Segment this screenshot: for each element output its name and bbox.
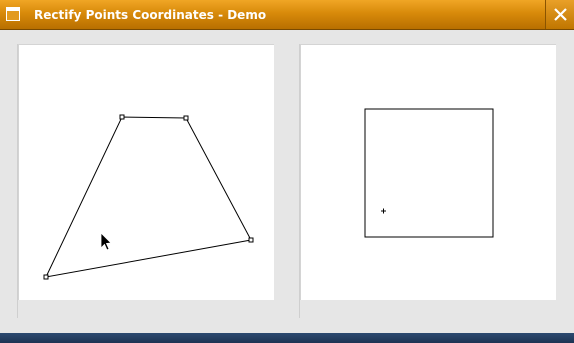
close-button[interactable] bbox=[545, 0, 574, 29]
control-point-top-left[interactable] bbox=[119, 114, 125, 120]
rectified-drawing bbox=[364, 108, 494, 238]
rectified-square bbox=[364, 108, 494, 238]
control-point-top-right[interactable] bbox=[183, 115, 189, 121]
window-icon[interactable] bbox=[6, 7, 20, 21]
rectified-canvas[interactable] bbox=[300, 44, 556, 300]
mapped-point-icon bbox=[381, 208, 386, 214]
control-point-bottom-left[interactable] bbox=[43, 274, 49, 280]
window-title: Rectify Points Coordinates - Demo bbox=[34, 8, 267, 22]
source-quadrilateral bbox=[45, 116, 252, 278]
source-canvas[interactable] bbox=[18, 44, 274, 300]
taskbar-edge bbox=[0, 333, 574, 343]
app-window: Rectify Points Coordinates - Demo bbox=[0, 0, 574, 343]
source-drawing bbox=[43, 114, 254, 280]
mouse-cursor-icon bbox=[100, 232, 112, 251]
close-icon bbox=[554, 8, 567, 21]
control-point-bottom-right[interactable] bbox=[248, 237, 254, 243]
title-bar[interactable]: Rectify Points Coordinates - Demo bbox=[0, 0, 574, 30]
